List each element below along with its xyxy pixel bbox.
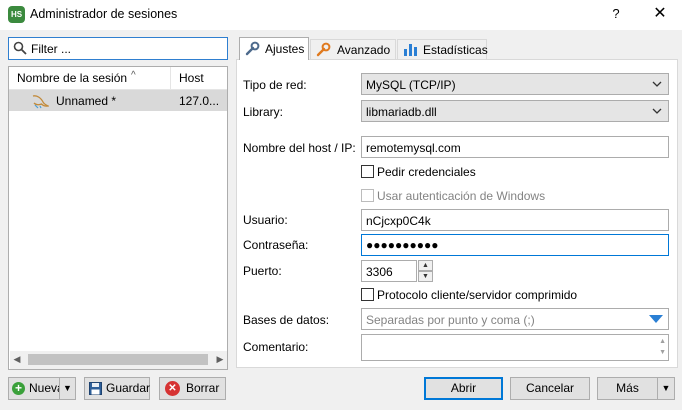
sort-ascending-icon: ^ xyxy=(131,70,136,81)
host-label: Nombre del host / IP: xyxy=(243,141,356,155)
column-header-session-name[interactable]: Nombre de la sesión ^ xyxy=(9,67,171,89)
title-bar: HS Administrador de sesiones ? ✕ xyxy=(0,0,682,30)
library-value: libmariadb.dll xyxy=(366,105,437,119)
comment-scroll-arrows[interactable]: ▲ ▼ xyxy=(659,336,666,358)
tab-statistics-label: Estadísticas xyxy=(423,43,488,57)
user-label: Usuario: xyxy=(243,213,288,227)
password-label: Contraseña: xyxy=(243,238,309,252)
windows-auth-checkbox xyxy=(361,189,374,202)
comment-textarea[interactable]: ▲ ▼ xyxy=(361,334,669,361)
network-type-select[interactable]: MySQL (TCP/IP) xyxy=(361,73,669,95)
app-logo-icon: HS xyxy=(8,6,25,23)
ask-credentials-label: Pedir credenciales xyxy=(377,165,476,179)
library-select[interactable]: libmariadb.dll xyxy=(361,100,669,122)
user-input[interactable]: nCjcxp0C4k xyxy=(361,209,669,231)
port-decrement-button[interactable]: ▼ xyxy=(418,271,433,282)
dropdown-triangle-icon[interactable] xyxy=(649,314,663,324)
databases-input[interactable]: Separadas por punto y coma (;) xyxy=(361,308,669,330)
more-button[interactable]: Más xyxy=(597,377,658,400)
user-value: nCjcxp0C4k xyxy=(366,214,431,228)
databases-placeholder: Separadas por punto y coma (;) xyxy=(366,313,535,327)
column-header-label: Nombre de la sesión xyxy=(17,71,128,85)
horizontal-scrollbar[interactable]: ◀ ▶ xyxy=(10,351,227,369)
cancel-button[interactable]: Cancelar xyxy=(510,377,590,400)
session-row[interactable]: Unnamed * 127.0... xyxy=(9,90,227,111)
save-label: Guardar xyxy=(106,381,151,395)
floppy-disk-icon xyxy=(89,382,102,395)
password-value: ●●●●●●●●●● xyxy=(366,238,439,252)
tab-settings-label: Ajustes xyxy=(265,42,305,56)
window-title: Administrador de sesiones xyxy=(30,7,178,21)
port-label: Puerto: xyxy=(243,264,282,278)
settings-panel: Tipo de red: MySQL (TCP/IP) Library: lib… xyxy=(236,59,678,368)
network-type-value: MySQL (TCP/IP) xyxy=(366,78,456,92)
port-value: 3306 xyxy=(366,265,393,279)
mariadb-dolphin-icon xyxy=(32,95,49,109)
tab-statistics[interactable]: Estadísticas xyxy=(397,39,488,59)
chevron-down-icon: ▼ xyxy=(661,383,671,393)
column-header-host[interactable]: Host xyxy=(172,67,227,89)
plus-icon: + xyxy=(12,382,25,395)
filter-input[interactable] xyxy=(31,40,221,57)
host-value: remotemysql.com xyxy=(366,141,461,155)
port-increment-button[interactable]: ▲ xyxy=(418,260,433,271)
tab-advanced[interactable]: Avanzado xyxy=(310,39,396,59)
session-host: 127.0... xyxy=(179,94,220,108)
delete-x-icon: ✕ xyxy=(165,381,180,396)
tree-header: Nombre de la sesión ^ Host xyxy=(9,67,227,90)
more-dropdown-button[interactable]: ▼ xyxy=(657,377,675,400)
wrench-icon xyxy=(245,41,260,56)
bar-chart-icon xyxy=(404,44,417,56)
orange-wrench-icon xyxy=(316,42,331,57)
search-icon xyxy=(13,41,27,55)
library-label: Library: xyxy=(243,105,284,119)
chevron-down-icon: ▼ xyxy=(63,383,72,393)
session-tree: Nombre de la sesión ^ Host Unnamed * 127… xyxy=(8,66,228,370)
tab-advanced-label: Avanzado xyxy=(337,43,391,57)
new-session-button[interactable]: + Nueva xyxy=(8,377,64,400)
network-type-label: Tipo de red: xyxy=(243,78,307,92)
chevron-down-icon xyxy=(652,108,662,114)
new-session-dropdown-button[interactable]: ▼ xyxy=(59,377,76,400)
scroll-right-arrow-icon[interactable]: ▶ xyxy=(215,354,225,366)
delete-label: Borrar xyxy=(186,381,220,395)
save-button[interactable]: Guardar xyxy=(84,377,150,400)
windows-auth-label: Usar autenticación de Windows xyxy=(377,189,546,203)
close-button[interactable]: ✕ xyxy=(648,3,672,25)
password-input[interactable]: ●●●●●●●●●● xyxy=(361,234,669,256)
comment-label: Comentario: xyxy=(243,340,309,354)
host-input[interactable]: remotemysql.com xyxy=(361,136,669,158)
help-button[interactable]: ? xyxy=(606,3,626,25)
scroll-left-arrow-icon[interactable]: ◀ xyxy=(12,354,22,366)
delete-button[interactable]: ✕ Borrar xyxy=(159,377,226,400)
session-name: Unnamed * xyxy=(56,94,117,108)
ask-credentials-checkbox[interactable] xyxy=(361,165,374,178)
databases-label: Bases de datos: xyxy=(243,313,330,327)
filter-box xyxy=(8,37,228,60)
compressed-protocol-label: Protocolo cliente/servidor comprimido xyxy=(377,288,578,302)
scrollbar-thumb[interactable] xyxy=(28,354,208,365)
chevron-down-icon xyxy=(652,81,662,87)
open-button[interactable]: Abrir xyxy=(424,377,503,400)
column-header-label: Host xyxy=(179,71,204,85)
tab-settings[interactable]: Ajustes xyxy=(239,37,309,60)
port-input[interactable]: 3306 xyxy=(361,260,417,282)
compressed-protocol-checkbox[interactable] xyxy=(361,288,374,301)
